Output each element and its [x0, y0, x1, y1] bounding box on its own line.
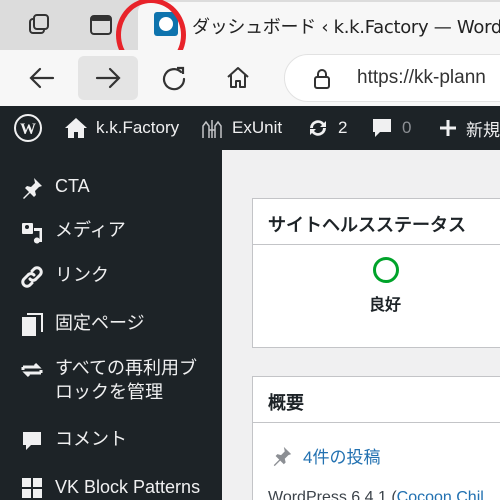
version-text: WordPress 6.4.1 (	[268, 489, 397, 500]
site-health-widget: サイトヘルスステータス 良好	[252, 198, 500, 348]
browser-tab-strip: ダッシュボード ‹ k.k.Factory — Word	[0, 0, 500, 72]
updates-menu[interactable]: 2	[306, 106, 347, 150]
home-icon	[65, 118, 87, 138]
sidebar-item-links[interactable]: リンク	[0, 263, 222, 289]
sidebar-item-cta[interactable]: CTA	[0, 174, 222, 200]
site-health-title: サイトヘルスステータス	[253, 199, 500, 245]
url-text[interactable]: https://kk-plann	[357, 67, 486, 89]
comment-bubble-icon	[373, 119, 391, 137]
comment-icon	[17, 427, 47, 453]
at-a-glance-widget: 概要 4件の投稿 WordPress 6.4.1 (Cocoon Chil	[252, 376, 500, 500]
media-icon	[17, 218, 47, 244]
sidebar-item-label: すべての再利用ブロックを管理	[55, 358, 198, 402]
forward-arrow-icon[interactable]	[78, 56, 138, 100]
tab-title: ダッシュボード ‹ k.k.Factory — Word	[192, 17, 500, 38]
patterns-icon	[17, 475, 47, 499]
sidebar-item-vk-block-patterns[interactable]: VK Block Patterns	[0, 475, 222, 499]
link-icon	[17, 263, 47, 289]
svg-text:W: W	[20, 121, 36, 138]
vertical-tabs-icon[interactable]	[84, 8, 118, 42]
plus-icon	[440, 120, 456, 136]
new-label: 新規	[466, 120, 500, 140]
back-arrow-icon[interactable]	[20, 56, 64, 100]
home-icon[interactable]	[216, 56, 260, 100]
exunit-icon	[202, 120, 222, 138]
wordpress-logo-icon[interactable]: W	[14, 106, 50, 150]
exunit-menu[interactable]: ExUnit	[200, 106, 282, 150]
sidebar-item-label: リンク	[55, 265, 109, 285]
sidebar-item-label: 固定ページ	[55, 313, 145, 333]
exunit-label: ExUnit	[232, 118, 283, 137]
tab-groups-icon[interactable]	[22, 8, 56, 42]
posts-count-row[interactable]: 4件の投稿	[271, 443, 380, 468]
updates-count: 2	[338, 118, 348, 137]
pin-icon	[17, 174, 47, 200]
dashboard-main: サイトヘルスステータス 良好 概要 4件の投稿 WordPress 6.4.1 …	[222, 150, 500, 500]
overview-title: 概要	[253, 377, 500, 423]
pin-icon	[273, 446, 292, 466]
site-name: k.k.Factory	[96, 118, 180, 137]
sidebar-item-label: VK Block Patterns	[55, 477, 201, 497]
comments-count: 0	[402, 118, 412, 137]
site-name-link[interactable]: k.k.Factory	[64, 106, 179, 150]
address-bar[interactable]: https://kk-plann	[284, 54, 500, 102]
posts-link[interactable]: 4件の投稿	[303, 443, 380, 468]
sidebar-item-media[interactable]: メディア	[0, 218, 222, 244]
health-status-label: 良好	[369, 297, 402, 314]
lock-icon[interactable]	[313, 68, 331, 95]
new-content-menu[interactable]: 新規	[438, 106, 500, 150]
sidebar-item-label: メディア	[55, 220, 126, 240]
reusable-blocks-icon	[17, 356, 47, 382]
wordpress-version: WordPress 6.4.1 (Cocoon Chil	[268, 489, 484, 500]
active-tab[interactable]: ダッシュボード ‹ k.k.Factory — Word	[138, 2, 500, 50]
theme-link[interactable]: Cocoon Chil	[397, 489, 484, 500]
sidebar-item-pages[interactable]: 固定ページ	[0, 311, 222, 337]
sidebar-item-reusable-blocks[interactable]: すべての再利用ブロックを管理	[0, 356, 222, 404]
refresh-icon[interactable]	[152, 56, 196, 100]
sidebar-item-comments[interactable]: コメント	[0, 427, 222, 453]
comments-menu[interactable]: 0	[370, 106, 411, 150]
updates-icon	[310, 120, 326, 136]
wordpress-favicon-icon	[154, 12, 178, 36]
wp-admin-bar: W k.k.Factory ExUnit 2 0 新規	[0, 106, 500, 150]
sidebar-item-label: コメント	[55, 429, 127, 449]
sidebar-item-label: CTA	[55, 176, 90, 196]
admin-sidebar: CTA メディア リンク 固定ページ すべての再利用ブロックを管理 コメント V…	[0, 150, 222, 500]
browser-nav-bar: https://kk-plann	[0, 50, 500, 106]
page-icon	[17, 311, 47, 337]
health-status-circle-icon	[373, 257, 399, 283]
